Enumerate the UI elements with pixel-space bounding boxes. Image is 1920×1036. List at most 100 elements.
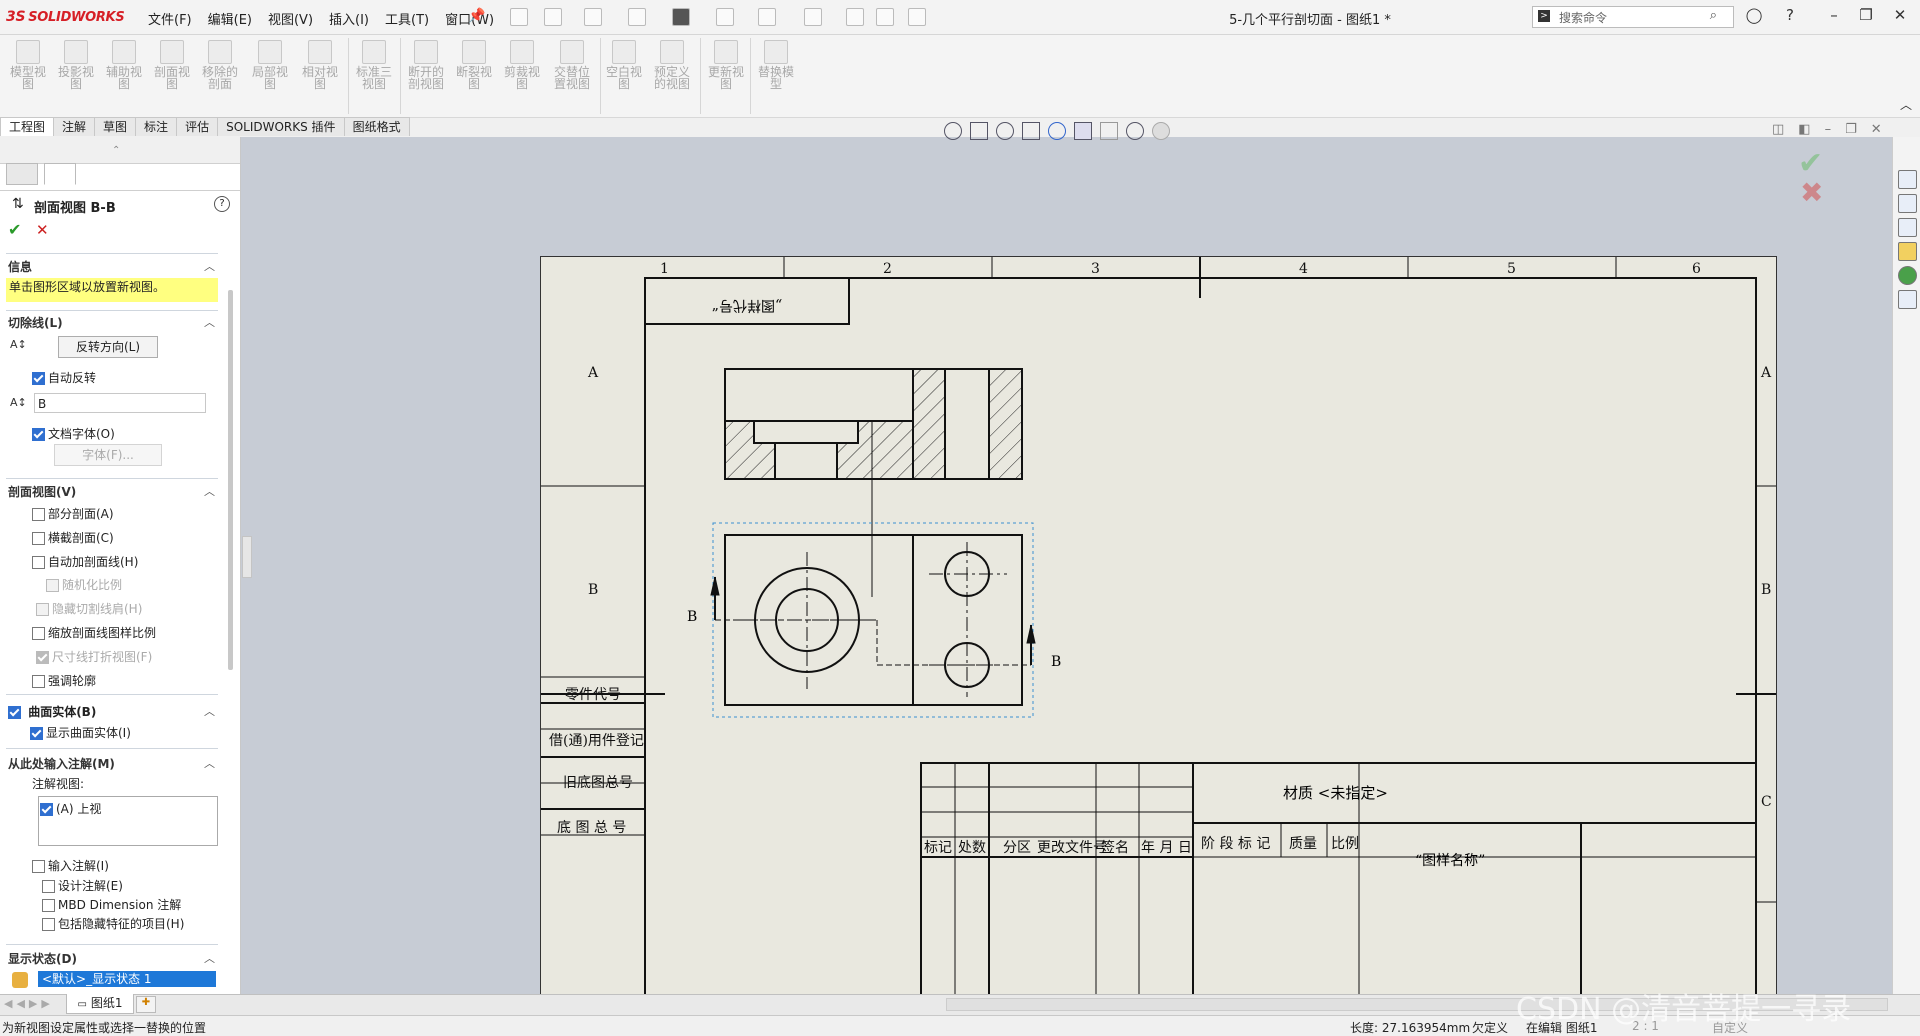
collapse-chevron-icon[interactable]: ︿ — [204, 314, 215, 330]
hide-show-icon[interactable] — [1100, 122, 1118, 140]
broken-out-section-button[interactable]: 断开的剖视图 — [404, 40, 448, 90]
auto-hatching-checkbox[interactable]: 自动加剖面线(H) — [32, 553, 138, 570]
scale-hatch-pattern-checkbox[interactable]: 缩放剖面线图样比例 — [32, 624, 156, 641]
menu-file[interactable]: 文件(F) — [140, 9, 200, 28]
file-explorer-icon[interactable] — [1898, 218, 1917, 237]
ok-check-icon[interactable]: ✔ — [8, 220, 21, 239]
undo-icon[interactable] — [716, 8, 734, 26]
font-button[interactable]: 字体(F)... — [54, 444, 162, 466]
design-library-icon[interactable] — [1898, 194, 1917, 213]
viewport-restore-icon[interactable]: ❐ — [1845, 122, 1857, 137]
tab-annotation[interactable]: 注解 — [53, 117, 96, 136]
mbd-dimension-checkbox[interactable]: MBD Dimension 注解 — [42, 896, 181, 913]
hidden-features-checkbox[interactable]: 包括隐藏特征的项目(H) — [42, 915, 184, 932]
minimize-icon[interactable]: – — [1824, 6, 1844, 26]
panel-collapse-handle[interactable] — [242, 536, 252, 578]
section-label-input[interactable]: B — [34, 393, 206, 413]
tab-markup[interactable]: 标注 — [135, 117, 178, 136]
save-icon[interactable] — [628, 8, 646, 26]
slice-section-checkbox[interactable]: 横截剖面(C) — [32, 529, 114, 546]
cancel-x-icon[interactable]: ✕ — [36, 221, 49, 239]
import-annotations-header[interactable]: 从此处输入注解(M) — [8, 755, 115, 772]
collapse-chevron-icon[interactable]: ︿ — [204, 483, 215, 499]
solidworks-logo[interactable]: 3S SOLIDWORKS — [6, 9, 125, 25]
rotate-icon[interactable] — [1048, 122, 1066, 140]
options-gear-icon[interactable] — [908, 8, 926, 26]
file-properties-icon[interactable] — [876, 8, 894, 26]
panel-grip-icon[interactable]: ⌃ — [112, 145, 120, 156]
appearance-icon[interactable] — [1152, 122, 1170, 140]
annotation-view-item-top[interactable]: (A) 上视 — [40, 800, 101, 817]
viewport-close-icon[interactable]: ✕ — [1871, 122, 1882, 137]
sheet-tab-sheet1[interactable]: ▭ 图纸1 — [66, 994, 134, 1014]
checkbox-disabled-checked[interactable] — [36, 651, 49, 664]
checkbox[interactable] — [42, 880, 55, 893]
custom-properties-icon[interactable] — [1898, 290, 1917, 309]
surface-bodies-header[interactable]: 曲面实体(B) — [8, 703, 96, 720]
section-view-button[interactable]: 剖面视图 — [150, 40, 194, 90]
checkbox-checked[interactable] — [32, 428, 45, 441]
add-sheet-icon[interactable]: ✚ — [136, 996, 156, 1013]
input-annotations-checkbox[interactable]: 输入注解(I) — [32, 857, 109, 874]
confirm-corner-cancel-icon[interactable]: ✖ — [1800, 176, 1823, 209]
menu-view[interactable]: 视图(V) — [260, 9, 321, 28]
pencil-icon[interactable] — [1022, 122, 1040, 140]
crop-view-button[interactable]: 剪裁视图 — [500, 40, 544, 90]
projected-view-button[interactable]: 投影视图 — [54, 40, 98, 90]
viewport-split-icon[interactable]: ◫ — [1772, 122, 1784, 137]
detail-view-button[interactable]: 局部视图 — [248, 40, 292, 90]
collapse-chevron-icon[interactable]: ︿ — [204, 950, 215, 966]
view-settings-icon[interactable] — [1126, 122, 1144, 140]
collapse-chevron-icon[interactable]: ︿ — [204, 703, 215, 719]
new-document-icon[interactable] — [544, 8, 562, 26]
collapse-chevron-icon[interactable]: ︿ — [204, 755, 215, 771]
checkbox-disabled[interactable] — [36, 603, 49, 616]
zoom-to-area-icon[interactable] — [970, 122, 988, 140]
checkbox-disabled[interactable] — [46, 579, 59, 592]
zoom-previous-icon[interactable] — [996, 122, 1014, 140]
hide-cutting-line-shoulders-checkbox[interactable]: 隐藏切割线肩(H) — [36, 600, 142, 617]
property-manager-tab-icon[interactable] — [44, 163, 76, 185]
checkbox[interactable] — [32, 675, 45, 688]
replace-model-button[interactable]: 替换模型 — [754, 40, 798, 90]
zoom-to-fit-icon[interactable] — [944, 122, 962, 140]
viewport-minimize-icon[interactable]: – — [1825, 122, 1832, 137]
section-view-options-header[interactable]: 剖面视图(V) — [8, 483, 76, 500]
feature-manager-tab-icon[interactable] — [6, 163, 38, 185]
help-icon[interactable]: ? — [1780, 6, 1800, 26]
auxiliary-view-button[interactable]: 辅助视图 — [102, 40, 146, 90]
update-views-button[interactable]: 更新视图 — [704, 40, 748, 90]
panel-scrollbar[interactable] — [228, 290, 233, 670]
model-view-button[interactable]: 模型视图 — [6, 40, 50, 90]
randomize-scale-checkbox[interactable]: 随机化比例 — [46, 576, 122, 593]
tab-sheet-format[interactable]: 图纸格式 — [343, 117, 410, 136]
auto-flip-checkbox[interactable]: 自动反转 — [32, 369, 96, 386]
user-account-icon[interactable]: ◯ — [1744, 6, 1764, 26]
select-icon[interactable] — [804, 8, 822, 26]
menu-edit[interactable]: 编辑(E) — [200, 9, 260, 28]
solidworks-resources-icon[interactable] — [1898, 170, 1917, 189]
document-font-checkbox[interactable]: 文档字体(O) — [32, 425, 115, 442]
collapse-ribbon-icon[interactable]: ︿ — [1900, 96, 1912, 113]
restore-icon[interactable]: ❐ — [1856, 6, 1876, 26]
section-view-b-b[interactable] — [724, 368, 1023, 597]
cutline-section-header[interactable]: 切除线(L) — [8, 314, 63, 331]
flip-direction-button[interactable]: 反转方向(L) — [58, 336, 158, 358]
print-icon[interactable] — [672, 8, 690, 26]
display-state-header[interactable]: 显示状态(D) — [8, 950, 77, 967]
drawing-sheet[interactable]: 1 2 3 4 5 6 A A B B C „图样代号“ B B 零件代号 借(… — [540, 256, 1777, 1004]
relative-view-button[interactable]: 相对视图 — [298, 40, 342, 90]
close-window-icon[interactable]: ✕ — [1890, 6, 1910, 26]
pin-icon[interactable]: 📌 — [468, 8, 485, 24]
checkbox-checked[interactable] — [32, 372, 45, 385]
collapse-chevron-icon[interactable]: ︿ — [204, 258, 215, 274]
removed-section-button[interactable]: 移除的剖面 — [198, 40, 242, 90]
checkbox-checked[interactable] — [40, 803, 53, 816]
search-icon[interactable]: ⌕ — [1710, 8, 1717, 23]
checkbox[interactable] — [32, 532, 45, 545]
alternate-position-view-button[interactable]: 交替位置视图 — [550, 40, 594, 90]
sheet-nav-arrows-icon[interactable]: ◀◀▶▶ — [4, 997, 54, 1010]
checkbox[interactable] — [32, 860, 45, 873]
checkbox-checked[interactable] — [8, 706, 21, 719]
display-style-icon[interactable] — [1074, 122, 1092, 140]
